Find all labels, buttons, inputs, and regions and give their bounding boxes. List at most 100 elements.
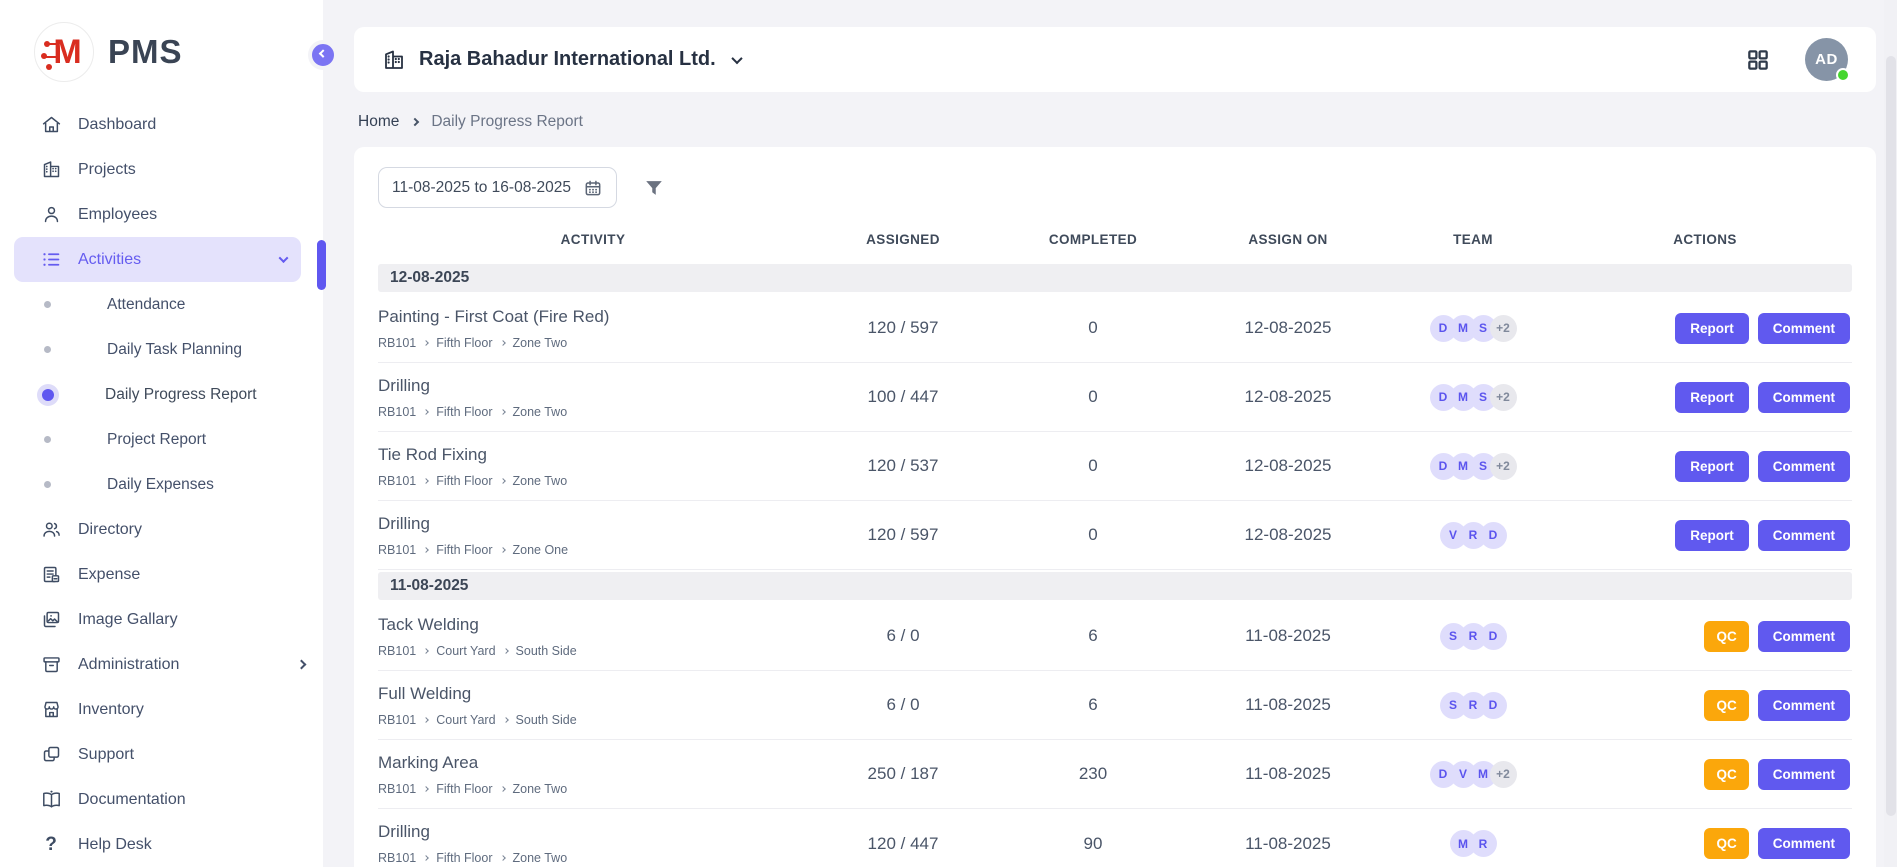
path-segment: RB101 bbox=[378, 644, 416, 658]
path-segment: RB101 bbox=[378, 543, 416, 557]
comment-button[interactable]: Comment bbox=[1758, 313, 1850, 344]
chevron-right-icon bbox=[503, 648, 509, 654]
report-button[interactable]: Report bbox=[1675, 313, 1749, 344]
sidebar-item-support[interactable]: Support bbox=[0, 732, 323, 777]
sidebar-item-help-desk[interactable]: ? Help Desk bbox=[0, 822, 323, 867]
path-segment: Zone Two bbox=[513, 782, 568, 796]
team-more-chip: +2 bbox=[1490, 453, 1517, 480]
page-scrollbar[interactable] bbox=[1884, 0, 1897, 867]
sidebar-item-administration[interactable]: Administration bbox=[0, 642, 323, 687]
team-avatars[interactable]: D M S +2 bbox=[1388, 453, 1558, 480]
app-logo: M PMS bbox=[0, 0, 323, 96]
team-more-chip: +2 bbox=[1490, 761, 1517, 788]
sidebar-subitem-label: Daily Task Planning bbox=[107, 341, 242, 359]
sidebar-subitem-project-report[interactable]: Project Report bbox=[0, 417, 323, 462]
sidebar-item-label: Dashboard bbox=[78, 116, 156, 134]
online-status-dot bbox=[1836, 68, 1850, 82]
report-button[interactable]: Report bbox=[1675, 520, 1749, 551]
comment-button[interactable]: Comment bbox=[1758, 520, 1850, 551]
path-segment: RB101 bbox=[378, 474, 416, 488]
progress-table: ACTIVITY ASSIGNED COMPLETED ASSIGN ON TE… bbox=[378, 216, 1852, 867]
receipt-icon bbox=[40, 564, 62, 586]
sidebar-item-inventory[interactable]: Inventory bbox=[0, 687, 323, 732]
breadcrumb-home-link[interactable]: Home bbox=[358, 113, 399, 131]
assign-on-value: 12-08-2025 bbox=[1188, 456, 1388, 476]
comment-button[interactable]: Comment bbox=[1758, 621, 1850, 652]
sidebar-item-expense[interactable]: Expense bbox=[0, 552, 323, 597]
path-segment: Zone Two bbox=[513, 336, 568, 350]
team-avatars[interactable]: D V M +2 bbox=[1388, 761, 1558, 788]
qc-button[interactable]: QC bbox=[1704, 759, 1748, 790]
list-icon bbox=[40, 249, 62, 271]
qc-button[interactable]: QC bbox=[1704, 621, 1748, 652]
filter-funnel-icon[interactable] bbox=[643, 177, 665, 199]
team-avatars[interactable]: S R D bbox=[1388, 623, 1558, 650]
qc-button[interactable]: QC bbox=[1704, 828, 1748, 859]
sidebar-item-dashboard[interactable]: Dashboard bbox=[0, 102, 323, 147]
sidebar-item-activities[interactable]: Activities bbox=[14, 237, 301, 282]
scrollbar-thumb[interactable] bbox=[1886, 56, 1896, 816]
comment-button[interactable]: Comment bbox=[1758, 690, 1850, 721]
sidebar-item-label: Projects bbox=[78, 161, 136, 179]
completed-value: 0 bbox=[998, 318, 1188, 338]
breadcrumb-current: Daily Progress Report bbox=[431, 113, 583, 131]
qc-button[interactable]: QC bbox=[1704, 690, 1748, 721]
comment-button[interactable]: Comment bbox=[1758, 828, 1850, 859]
comment-button[interactable]: Comment bbox=[1758, 382, 1850, 413]
sidebar-item-image-gallery[interactable]: Image Gallary bbox=[0, 597, 323, 642]
apps-grid-icon[interactable] bbox=[1745, 47, 1771, 73]
team-chip: D bbox=[1480, 623, 1507, 650]
path-segment: Fifth Floor bbox=[436, 851, 492, 865]
chevron-right-icon bbox=[500, 409, 506, 415]
sidebar-item-documentation[interactable]: Documentation bbox=[0, 777, 323, 822]
comment-button[interactable]: Comment bbox=[1758, 451, 1850, 482]
sidebar-subitem-attendance[interactable]: Attendance bbox=[0, 282, 323, 327]
active-bullet-icon bbox=[42, 389, 54, 401]
report-button[interactable]: Report bbox=[1675, 451, 1749, 482]
company-selector[interactable]: Raja Bahadur International Ltd. bbox=[382, 48, 741, 72]
team-avatars[interactable]: V R D bbox=[1388, 522, 1558, 549]
path-segment: Court Yard bbox=[436, 713, 495, 727]
sidebar-collapse-button[interactable] bbox=[308, 40, 338, 70]
bullet-icon bbox=[44, 436, 51, 443]
archive-box-icon bbox=[40, 654, 62, 676]
sidebar-subitem-daily-progress-report[interactable]: Daily Progress Report bbox=[0, 372, 323, 417]
chevron-right-icon bbox=[423, 717, 429, 723]
date-range-value: 11-08-2025 to 16-08-2025 bbox=[392, 179, 571, 197]
path-segment: Court Yard bbox=[436, 644, 495, 658]
assign-on-value: 11-08-2025 bbox=[1188, 834, 1388, 854]
chevron-right-icon bbox=[423, 855, 429, 861]
path-segment: RB101 bbox=[378, 782, 416, 796]
team-avatars[interactable]: D M S +2 bbox=[1388, 315, 1558, 342]
sidebar-item-label: Inventory bbox=[78, 701, 144, 719]
sidebar-subitem-daily-expenses[interactable]: Daily Expenses bbox=[0, 462, 323, 507]
report-button[interactable]: Report bbox=[1675, 382, 1749, 413]
chevron-down-icon bbox=[731, 52, 742, 63]
path-segment: Fifth Floor bbox=[436, 405, 492, 419]
table-row: Tie Rod Fixing RB101 Fifth Floor Zone Tw… bbox=[378, 432, 1852, 501]
user-menu[interactable]: AD bbox=[1805, 38, 1848, 81]
top-header-bar: Raja Bahadur International Ltd. AD bbox=[354, 27, 1876, 92]
sidebar-item-label: Administration bbox=[78, 656, 179, 674]
chevron-right-icon bbox=[423, 786, 429, 792]
calendar-icon bbox=[583, 178, 603, 198]
date-range-input[interactable]: 11-08-2025 to 16-08-2025 bbox=[378, 167, 617, 208]
comment-button[interactable]: Comment bbox=[1758, 759, 1850, 790]
sidebar-item-employees[interactable]: Employees bbox=[0, 192, 323, 237]
report-card: 11-08-2025 to 16-08-2025 ACTIVITY ASSIGN… bbox=[354, 147, 1876, 867]
team-avatars[interactable]: M R bbox=[1388, 830, 1558, 857]
sidebar-subitem-label: Daily Progress Report bbox=[105, 386, 257, 404]
chevron-right-icon bbox=[500, 547, 506, 553]
filter-row: 11-08-2025 to 16-08-2025 bbox=[378, 167, 1852, 208]
path-segment: Fifth Floor bbox=[436, 474, 492, 488]
team-avatars[interactable]: D M S +2 bbox=[1388, 384, 1558, 411]
path-segment: South Side bbox=[516, 644, 577, 658]
activity-title: Drilling bbox=[378, 822, 808, 842]
sidebar-item-projects[interactable]: Projects bbox=[0, 147, 323, 192]
sidebar-subitem-daily-task-planning[interactable]: Daily Task Planning bbox=[0, 327, 323, 372]
path-segment: Zone Two bbox=[513, 405, 568, 419]
col-actions: ACTIONS bbox=[1558, 232, 1852, 247]
chevron-right-icon bbox=[297, 660, 307, 670]
team-avatars[interactable]: S R D bbox=[1388, 692, 1558, 719]
sidebar-item-directory[interactable]: Directory bbox=[0, 507, 323, 552]
